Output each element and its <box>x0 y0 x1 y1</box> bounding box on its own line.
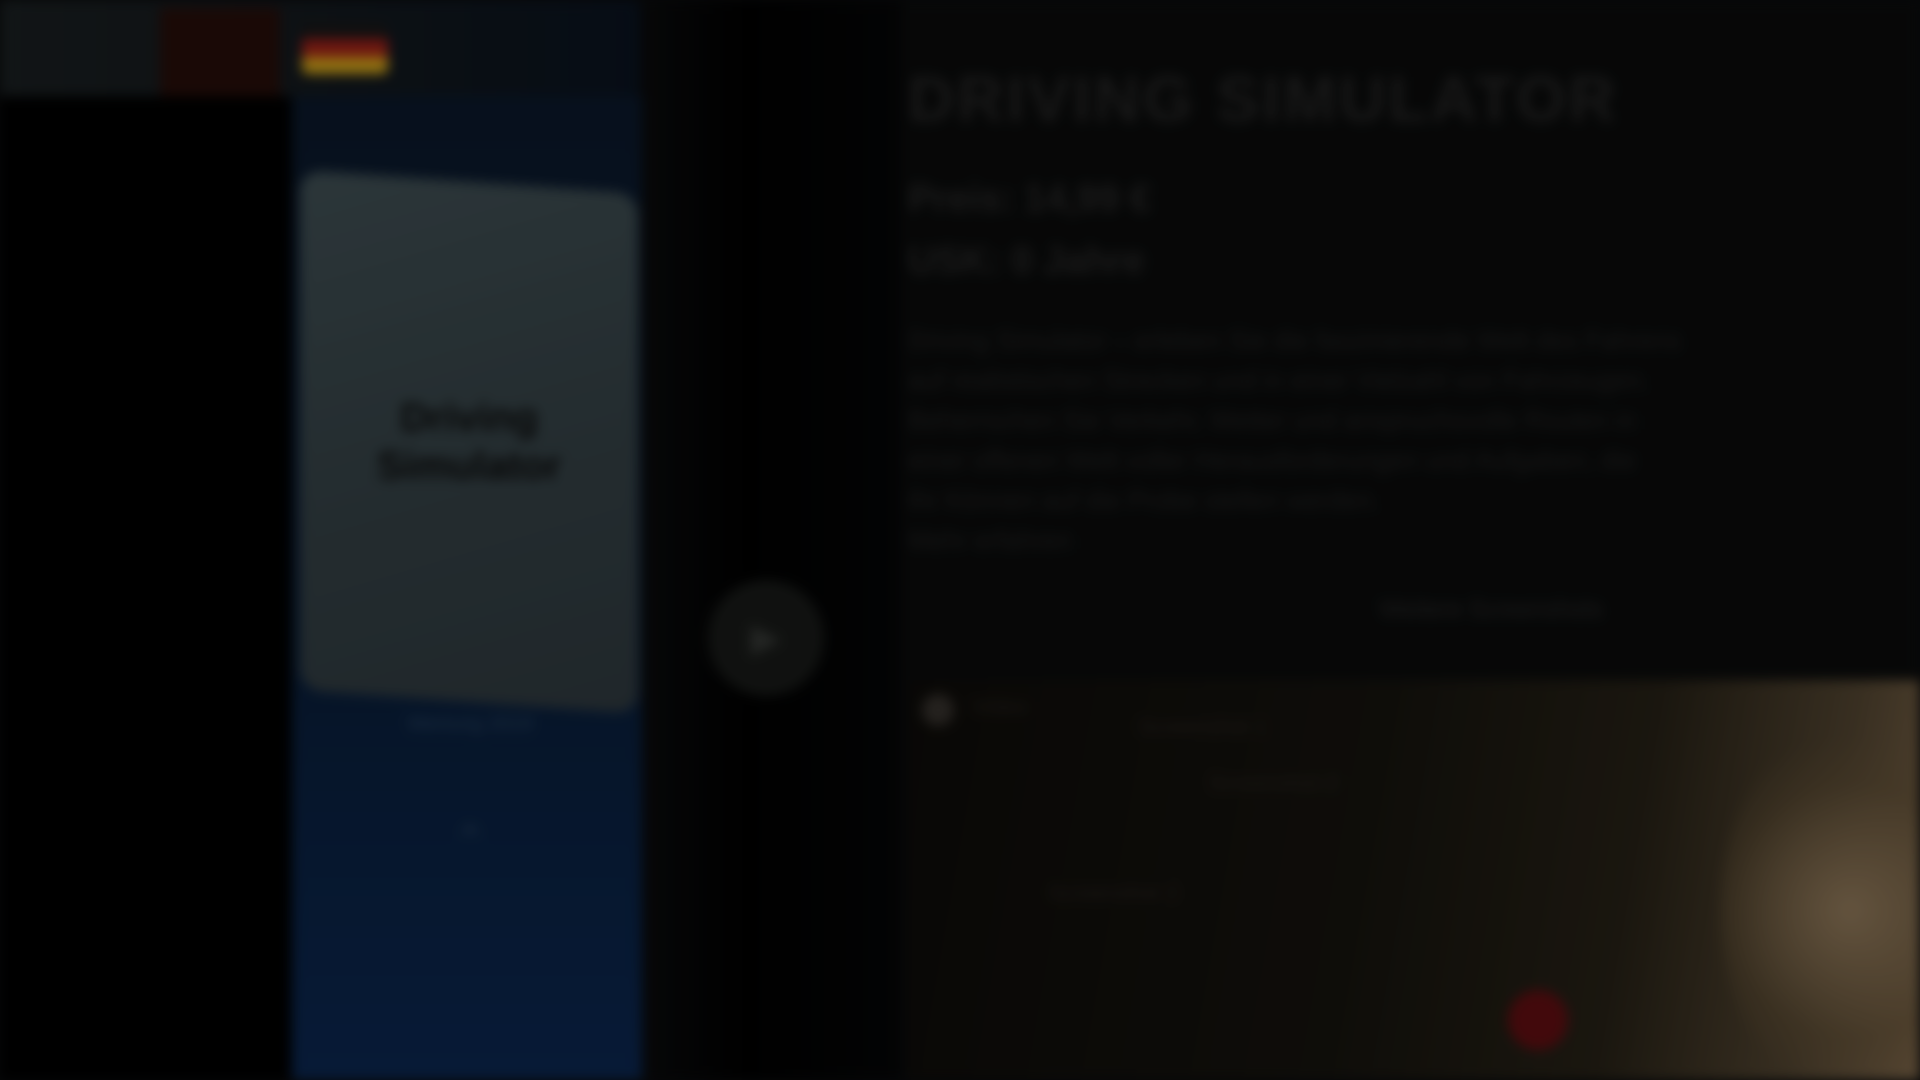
description-line: Ihr Können auf die Probe stellen werden. <box>908 485 1380 515</box>
chevron-up-icon[interactable]: ⌃ <box>430 818 510 868</box>
media-preview[interactable]: Video Screenshot 1 Screenshot 2 Screensh… <box>908 680 1920 1080</box>
video-icon[interactable] <box>922 694 954 726</box>
app-screen: Driving Simulator Wertung 2019 ⌃ ▶ DRIVI… <box>0 0 1920 1080</box>
game-age-rating: USK: 0 Jahre <box>908 240 1145 282</box>
game-card-title: Driving Simulator <box>376 395 562 488</box>
description-line: auf realistischen Strecken und in einer … <box>908 365 1649 395</box>
play-circle-icon[interactable]: ▶ <box>708 580 824 696</box>
blurred-background-layer: Driving Simulator Wertung 2019 ⌃ ▶ DRIVI… <box>0 0 1920 1080</box>
flag-stripe <box>302 56 388 74</box>
game-card[interactable]: Driving Simulator <box>300 170 638 714</box>
flag-stripe <box>302 39 388 57</box>
record-icon[interactable] <box>1508 990 1568 1050</box>
preview-item[interactable]: Screenshot 3 <box>1048 880 1178 906</box>
flag-de-icon[interactable] <box>302 22 388 74</box>
game-description: Driving Simulator – erleben Sie die fasz… <box>908 320 1908 560</box>
game-title: DRIVING SIMULATOR <box>908 63 1618 135</box>
description-line: Beherrschen Sie Verkehr, Wetter und ansp… <box>908 405 1636 435</box>
game-card-caption: Wertung 2019 <box>407 713 533 735</box>
flag-stripe <box>302 22 388 40</box>
description-more-link[interactable]: Mehr erfahren <box>908 520 1908 560</box>
brand-logo-icon[interactable] <box>160 8 280 100</box>
preview-item[interactable]: Screenshot 1 <box>1138 714 1268 740</box>
more-screenshots-link[interactable]: Weitere Screenshots <box>1380 596 1602 624</box>
preview-highlight <box>1720 720 1920 1080</box>
left-side-panel <box>0 96 292 1080</box>
preview-item[interactable]: Video <box>972 694 1028 720</box>
game-price: Preis: 14,99 € <box>908 178 1151 220</box>
middle-divider-strip <box>642 0 902 1080</box>
preview-item[interactable]: Screenshot 2 <box>1208 770 1338 796</box>
description-line: einer offenen Welt voller Herausforderun… <box>908 445 1636 475</box>
description-line: Driving Simulator – erleben Sie die fasz… <box>908 325 1681 355</box>
